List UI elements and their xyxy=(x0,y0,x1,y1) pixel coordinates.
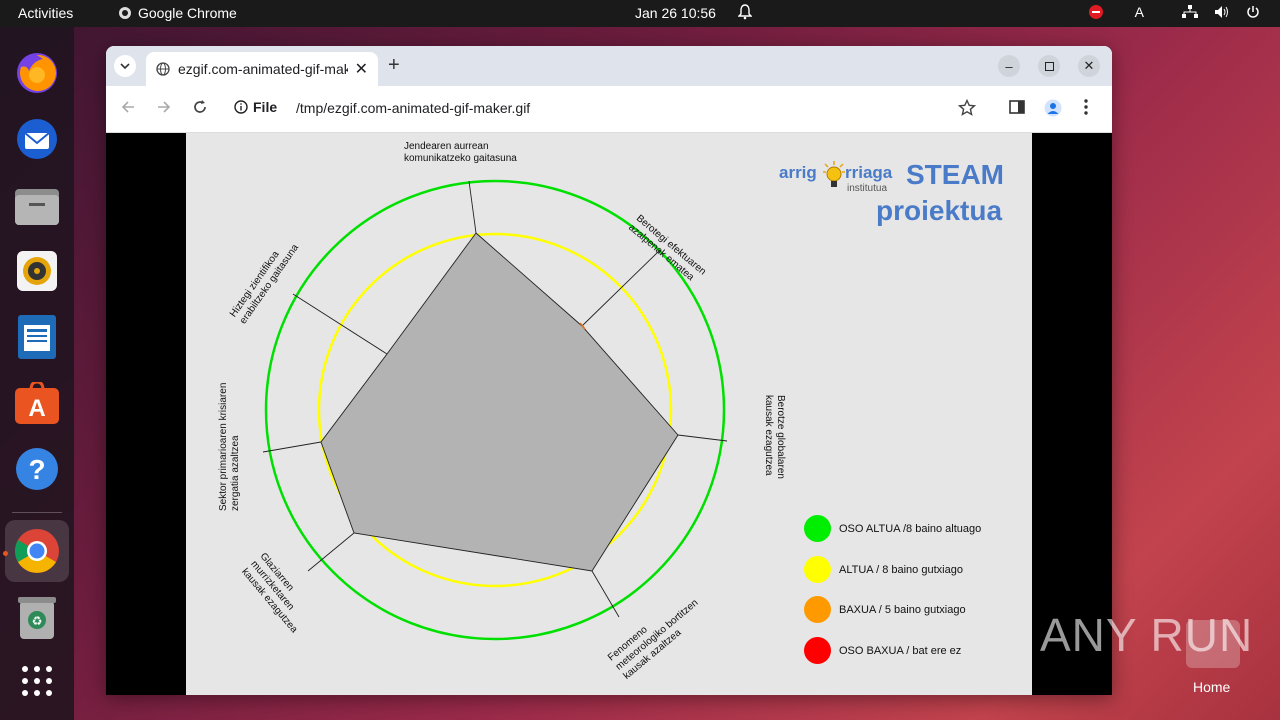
legend-dot xyxy=(804,637,831,664)
legend-item-3: OSO BAXUA / bat ere ez xyxy=(804,637,961,664)
power-icon[interactable] xyxy=(1246,5,1260,19)
rhythmbox-icon xyxy=(17,251,57,291)
dock-rhythmbox[interactable] xyxy=(11,245,63,297)
chrome-window: ezgif.com-animated-gif-maker.gif ✕ + – ✕… xyxy=(106,46,1112,695)
tab-gif[interactable]: ezgif.com-animated-gif-maker.gif ✕ xyxy=(146,52,378,86)
svg-text:?: ? xyxy=(28,454,45,485)
globe-icon xyxy=(156,62,170,76)
help-icon: ? xyxy=(16,448,58,490)
tab-search-button[interactable] xyxy=(114,55,136,77)
firefox-icon xyxy=(17,53,57,93)
lightbulb-icon xyxy=(823,161,845,187)
legend-item-2: BAXUA / 5 baino gutxiago xyxy=(804,596,966,623)
steam-title: STEAM xyxy=(906,159,1004,190)
chevron-down-icon xyxy=(120,63,130,70)
close-window-button[interactable]: ✕ xyxy=(1078,55,1100,77)
svg-text:A: A xyxy=(28,395,45,422)
logo-subtitle: institutua xyxy=(847,183,888,194)
activities-button[interactable]: Activities xyxy=(18,5,73,21)
maximize-button[interactable] xyxy=(1038,55,1060,77)
bell-icon[interactable] xyxy=(737,4,753,23)
address-bar[interactable]: File /tmp/ezgif.com-animated-gif-maker.g… xyxy=(226,94,986,124)
minimize-button[interactable]: – xyxy=(998,55,1020,77)
page-content: Jendearen aurrean komunikatzeko gaitasun… xyxy=(106,133,1112,695)
tab-title: ezgif.com-animated-gif-maker.gif xyxy=(178,61,348,77)
reload-icon xyxy=(194,100,206,113)
forward-button[interactable] xyxy=(156,99,172,120)
writer-icon xyxy=(18,315,56,359)
new-tab-button[interactable]: + xyxy=(388,54,400,77)
tab-strip: ezgif.com-animated-gif-maker.gif ✕ + – ✕ xyxy=(106,46,1112,86)
dock-software[interactable]: A xyxy=(11,377,63,429)
app-name: Google Chrome xyxy=(138,5,237,21)
legend-dot xyxy=(804,515,831,542)
legend-label: BAXUA / 5 baino gutxiago xyxy=(839,603,966,616)
legend-label: OSO BAXUA / bat ere ez xyxy=(839,644,962,657)
site-info-button[interactable]: File xyxy=(234,99,277,115)
dock-show-apps[interactable] xyxy=(11,655,63,707)
profile-avatar-icon[interactable] xyxy=(1044,99,1062,122)
axis-label-0: Jendearen aurrean komunikatzeko gaitasun… xyxy=(404,141,517,164)
arrow-right-icon xyxy=(158,101,171,113)
dock-thunderbird[interactable] xyxy=(11,113,63,165)
trash-icon: ♻ xyxy=(18,597,56,639)
clock[interactable]: Jan 26 10:56 xyxy=(635,5,716,21)
legend-label: ALTUA / 8 baino gutxiago xyxy=(839,563,963,576)
software-icon: A xyxy=(15,382,59,424)
bookmark-star-icon[interactable] xyxy=(957,98,977,122)
volume-icon[interactable] xyxy=(1214,5,1230,19)
logo-text-left: arrig xyxy=(779,163,817,182)
dock-chrome[interactable] xyxy=(5,520,69,582)
keyboard-layout[interactable]: A xyxy=(1135,4,1144,20)
dock-separator xyxy=(12,512,62,513)
svg-text:♻: ♻ xyxy=(32,614,43,628)
arrow-left-icon xyxy=(121,101,134,113)
axis-label-2: Berotze globalaren kausak ezagutzea xyxy=(763,395,786,479)
reload-button[interactable] xyxy=(192,99,208,120)
school-logo: arrig rriaga institutua xyxy=(779,159,899,199)
dock-writer[interactable] xyxy=(11,311,63,363)
files-icon xyxy=(15,189,59,225)
dock-trash[interactable]: ♻ xyxy=(11,591,63,643)
legend-item-1: ALTUA / 8 baino gutxiago xyxy=(804,556,963,583)
home-folder-label: Home xyxy=(1193,679,1231,695)
gif-image: Jendearen aurrean komunikatzeko gaitasun… xyxy=(186,133,1032,695)
running-indicator xyxy=(3,551,8,556)
app-menu[interactable]: Google Chrome xyxy=(118,5,237,21)
chrome-icon xyxy=(15,529,59,573)
side-panel-icon[interactable] xyxy=(1009,99,1025,120)
home-folder-icon[interactable] xyxy=(1186,620,1240,668)
toolbar: File /tmp/ezgif.com-animated-gif-maker.g… xyxy=(106,86,1112,133)
legend-item-0: OSO ALTUA /8 baino altuago xyxy=(804,515,981,542)
address-scheme-label: File xyxy=(253,99,278,115)
close-tab-icon[interactable]: ✕ xyxy=(355,59,368,79)
dock-files[interactable] xyxy=(11,179,63,231)
score-polygon xyxy=(320,232,679,572)
dock-firefox[interactable] xyxy=(11,47,63,99)
top-bar: Activities Google Chrome Jan 26 10:56 A xyxy=(0,0,1280,27)
thunderbird-icon xyxy=(17,119,57,159)
recording-indicator-icon[interactable] xyxy=(1088,5,1103,19)
info-icon xyxy=(234,100,248,114)
proiektua-title: proiektua xyxy=(876,195,1003,226)
apps-grid-icon xyxy=(22,666,52,696)
back-button[interactable] xyxy=(120,99,136,120)
address-url[interactable]: /tmp/ezgif.com-animated-gif-maker.gif xyxy=(296,100,530,116)
chrome-small-icon xyxy=(119,7,131,19)
legend-dot xyxy=(804,556,831,583)
dock: A ? ♻ xyxy=(0,27,74,720)
dock-help[interactable]: ? xyxy=(11,443,63,495)
maximize-icon xyxy=(1044,61,1054,71)
legend-label: OSO ALTUA /8 baino altuago xyxy=(839,522,982,535)
system-tray[interactable]: A xyxy=(1088,4,1260,20)
logo-text-right: rriaga xyxy=(845,163,893,182)
more-menu-icon[interactable] xyxy=(1084,99,1088,120)
network-icon[interactable] xyxy=(1182,5,1198,19)
axis-label-5: Sektor primarioaren krisiaren zergatia a… xyxy=(218,382,241,511)
legend-dot xyxy=(804,596,831,623)
